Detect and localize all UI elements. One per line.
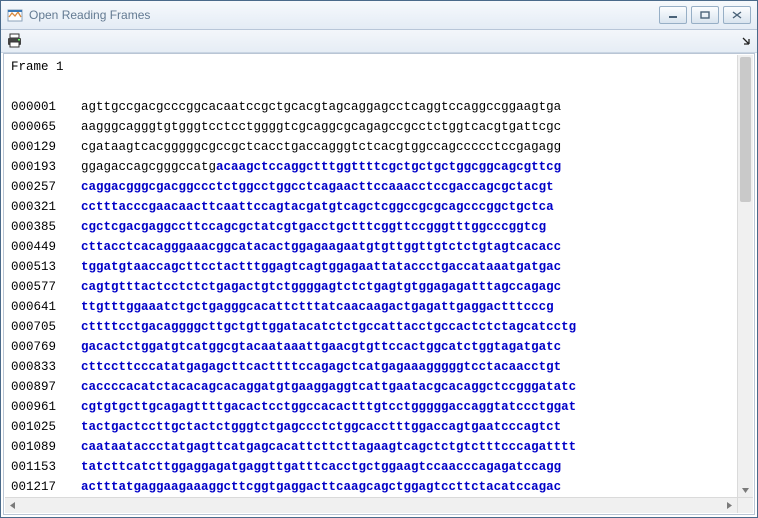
sequence-row: 000193ggagaccagcgggccatgacaagctccaggcttt… — [11, 157, 731, 177]
sequence-row: 000449cttacctcacagggaaacggcatacactggagaa… — [11, 237, 731, 257]
window-root: Open Reading Frames Frame 1 000001agttgc… — [0, 0, 758, 518]
app-icon — [7, 7, 23, 23]
toolbar — [1, 30, 757, 53]
sequence-row: 001089caataataccctatgagttcatgagcacattctt… — [11, 437, 731, 457]
undock-arrow-icon[interactable] — [740, 35, 752, 47]
sequence-text: cttacctcacagggaaacggcatacactggagaagaatgt… — [81, 240, 561, 254]
titlebar: Open Reading Frames — [1, 1, 757, 30]
offset-value: 001089 — [11, 437, 81, 457]
minimize-button[interactable] — [659, 6, 687, 24]
sequence-text: caggacgggcgacggccctctggcctggcctcagaacttc… — [81, 180, 554, 194]
sequence-text: ttgtttggaaatctgctgagggcacattctttatcaacaa… — [81, 300, 554, 314]
offset-value: 000385 — [11, 217, 81, 237]
print-button[interactable] — [6, 33, 24, 49]
sequence-row: 000961cgtgtgcttgcagagttttgacactcctggccac… — [11, 397, 731, 417]
sequence-row: 000321cctttacccgaacaacttcaattccagtacgatg… — [11, 197, 731, 217]
sequence-row: 000257caggacgggcgacggccctctggcctggcctcag… — [11, 177, 731, 197]
offset-value: 000897 — [11, 377, 81, 397]
sequence-row: 000385cgctcgacgaggccttccagcgctatcgtgacct… — [11, 217, 731, 237]
offset-value: 000833 — [11, 357, 81, 377]
offset-value: 000769 — [11, 337, 81, 357]
sequence-row: 001153tatcttcatcttggaggagatgaggttgatttca… — [11, 457, 731, 477]
sequence-text: caataataccctatgagttcatgagcacattcttcttaga… — [81, 440, 576, 454]
offset-value: 000193 — [11, 157, 81, 177]
sequence-row: 000833cttccttcccatatgagagcttcacttttccaga… — [11, 357, 731, 377]
frame-header: Frame 1 — [11, 57, 731, 77]
sequence-row: 000129cgataagtcacgggggcgccgctcacctgaccag… — [11, 137, 731, 157]
offset-value: 000513 — [11, 257, 81, 277]
sequence-row: 000705cttttcctgacaggggcttgctgttggatacatc… — [11, 317, 731, 337]
sequence-text: caccccacatctacacagcacaggatgtgaaggaggtcat… — [81, 380, 576, 394]
offset-value: 000065 — [11, 117, 81, 137]
offset-value: 000961 — [11, 397, 81, 417]
sequence-text: cctttacccgaacaacttcaattccagtacgatgtcagct… — [81, 200, 554, 214]
vertical-scrollbar[interactable] — [737, 55, 753, 497]
sequence-row: 000577cagtgtttactcctctctgagactgtctggggag… — [11, 277, 731, 297]
offset-value: 000577 — [11, 277, 81, 297]
scroll-right-arrow-icon[interactable] — [722, 498, 737, 513]
sequence-text: aagggcagggtgtgggtcctcctggggtcgcaggcgcaga… — [81, 120, 561, 134]
sequence-text: tactgactccttgctactctgggtctgagccctctggcac… — [81, 420, 561, 434]
offset-value: 000129 — [11, 137, 81, 157]
offset-value: 000641 — [11, 297, 81, 317]
vertical-scroll-thumb[interactable] — [740, 57, 751, 202]
sequence-text: cagtgtttactcctctctgagactgtctggggagtctctg… — [81, 280, 561, 294]
sequence-text: actttatgaggaagaaaggcttcggtgaggacttcaagca… — [81, 480, 561, 494]
scroll-corner — [737, 497, 753, 513]
horizontal-scrollbar[interactable] — [5, 497, 737, 513]
offset-value: 001025 — [11, 417, 81, 437]
window-buttons — [659, 6, 751, 24]
sequence-text: tggatgtaaccagcttcctactttggagtcagtggagaat… — [81, 260, 561, 274]
offset-value: 000257 — [11, 177, 81, 197]
content-frame: Frame 1 000001agttgccgacgcccggcacaatccgc… — [3, 53, 755, 515]
scroll-left-arrow-icon[interactable] — [5, 498, 20, 513]
sequence-text: ggagaccagcgggccatgacaagctccaggctttggtttt… — [81, 160, 561, 174]
sequence-text: cgataagtcacgggggcgccgctcacctgaccagggtctc… — [81, 140, 561, 154]
close-button[interactable] — [723, 6, 751, 24]
offset-value: 001217 — [11, 477, 81, 497]
offset-value: 001153 — [11, 457, 81, 477]
scroll-down-arrow-icon[interactable] — [738, 483, 753, 497]
sequence-text: agttgccgacgcccggcacaatccgctgcacgtagcagga… — [81, 100, 561, 114]
sequence-text: tatcttcatcttggaggagatgaggttgatttcacctgct… — [81, 460, 561, 474]
maximize-button[interactable] — [691, 6, 719, 24]
sequence-row: 001217actttatgaggaagaaaggcttcggtgaggactt… — [11, 477, 731, 497]
offset-value: 000705 — [11, 317, 81, 337]
window-title: Open Reading Frames — [29, 8, 659, 22]
sequence-row: 000065aagggcagggtgtgggtcctcctggggtcgcagg… — [11, 117, 731, 137]
sequence-row: 000641ttgtttggaaatctgctgagggcacattctttat… — [11, 297, 731, 317]
sequence-row: 000769gacactctggatgtcatggcgtacaataaattga… — [11, 337, 731, 357]
offset-value: 000001 — [11, 97, 81, 117]
sequence-row: 001025tactgactccttgctactctgggtctgagccctc… — [11, 417, 731, 437]
sequence-row: 000897caccccacatctacacagcacaggatgtgaagga… — [11, 377, 731, 397]
sequence-text: cttttcctgacaggggcttgctgttggatacatctctgcc… — [81, 320, 576, 334]
sequence-text: cttccttcccatatgagagcttcacttttccagagctcat… — [81, 360, 561, 374]
sequence-row: 000001agttgccgacgcccggcacaatccgctgcacgta… — [11, 97, 731, 117]
sequence-text: cgctcgacgaggccttccagcgctatcgtgacctgctttc… — [81, 220, 546, 234]
sequence-text: cgtgtgcttgcagagttttgacactcctggccacactttg… — [81, 400, 576, 414]
sequence-row: 000513tggatgtaaccagcttcctactttggagtcagtg… — [11, 257, 731, 277]
sequence-text-area: Frame 1 000001agttgccgacgcccggcacaatccgc… — [5, 55, 737, 497]
offset-value: 000321 — [11, 197, 81, 217]
sequence-text: gacactctggatgtcatggcgtacaataaattgaacgtgt… — [81, 340, 561, 354]
offset-value: 000449 — [11, 237, 81, 257]
